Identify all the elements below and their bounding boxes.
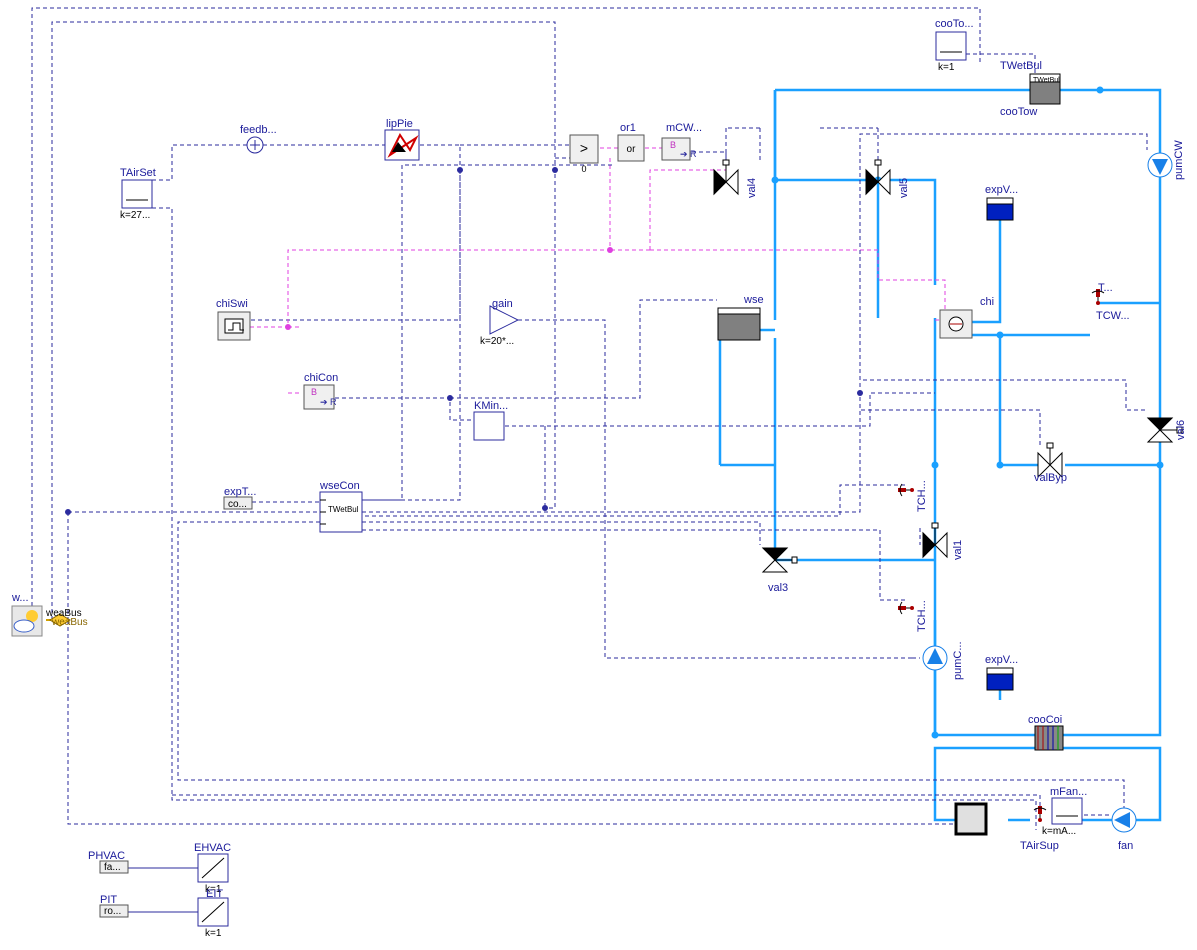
val4-icon: [714, 160, 738, 194]
room-block: [956, 804, 986, 834]
chi-label: chi: [980, 296, 994, 308]
EHVAC-block: [198, 854, 228, 882]
expV2-block: [987, 668, 1013, 690]
expV1-label: expV...: [985, 184, 1018, 196]
T-label: T...: [1098, 282, 1113, 294]
TCH2-label: TCH...: [916, 600, 928, 632]
or1-label: or1: [620, 122, 636, 134]
chiCon-block: B ➔ R: [304, 385, 337, 409]
expV1-block: [987, 198, 1013, 220]
val5-label: val5: [898, 178, 910, 198]
KMin-label: KMin...: [474, 400, 508, 412]
TWetBul-label: TWetBul: [1000, 60, 1042, 72]
mFan-k-label: k=mA...: [1042, 826, 1076, 837]
ro-label: ro...: [104, 906, 121, 917]
fa-label: fa...: [104, 862, 121, 873]
cooCoi-block: [1035, 726, 1063, 750]
wseCon-block: TWetBul: [320, 492, 362, 532]
cooTo-label: cooTo...: [935, 18, 974, 30]
expT-label: expT...: [224, 486, 256, 498]
weaBus2-label: weaBus: [52, 617, 88, 628]
feedback-icon: [247, 137, 263, 153]
co-label: co...: [228, 499, 247, 510]
cooTo-k-label: k=1: [938, 62, 954, 73]
weather-icon: [12, 606, 42, 636]
EHVAC-label: EHVAC: [194, 842, 231, 854]
diagram-canvas: .sig { stroke:#2b2b9e; stroke-width:1; s…: [0, 0, 1197, 950]
fan-label: fan: [1118, 840, 1133, 852]
pumC-label: pumC...: [952, 641, 964, 680]
svg-text:TWetBul: TWetBul: [1033, 77, 1060, 84]
EIT-label: EIT: [206, 888, 223, 900]
connections-layer: .sig { stroke:#2b2b9e; stroke-width:1; s…: [0, 0, 1197, 950]
TAirSup-label: TAirSup: [1020, 840, 1059, 852]
cooCoi-label: cooCoi: [1028, 714, 1062, 726]
TCH2-sensor: [898, 602, 914, 614]
mCW-label: mCW...: [666, 122, 702, 134]
val3-icon: [763, 548, 797, 572]
TCH1-label: TCH...: [916, 480, 928, 512]
chi-block: [940, 310, 972, 338]
mFan-block: [1052, 798, 1082, 824]
svg-text:➔ R: ➔ R: [680, 149, 697, 159]
TAirSup-sensor: [1034, 806, 1046, 822]
fan-icon: [1112, 808, 1136, 832]
pumC-icon: [923, 646, 947, 670]
chiSwi-label: chiSwi: [216, 298, 248, 310]
lipPie-label: lipPie: [386, 118, 413, 130]
expV2-label: expV...: [985, 654, 1018, 666]
wseCon-label: wseCon: [320, 480, 360, 492]
cooTow-block: TWetBul: [1030, 74, 1060, 104]
cooTow-label: cooTow: [1000, 106, 1037, 118]
pumCW-label: pumCW: [1173, 140, 1185, 180]
svg-text:B: B: [311, 387, 317, 397]
or-block: or: [618, 135, 644, 161]
mFan-label: mFan...: [1050, 786, 1087, 798]
gain-k-label: k=20*...: [480, 336, 514, 347]
svg-text:>: >: [580, 140, 588, 156]
svg-text:➔ R: ➔ R: [320, 397, 337, 407]
mCW-block: B ➔ R: [662, 138, 697, 160]
lipPie-block: [385, 130, 419, 160]
PHVAC-label: PHVAC: [88, 850, 125, 862]
chiCon-label: chiCon: [304, 372, 338, 384]
TAirSet-label: TAirSet: [120, 167, 156, 179]
gt-block: > 0: [570, 135, 598, 174]
valByp-label: valByp: [1034, 472, 1067, 484]
TCW-label: TCW...: [1096, 310, 1130, 322]
gain-label: gain: [492, 298, 513, 310]
PIT-label: PIT: [100, 894, 117, 906]
wse-block: [718, 308, 760, 340]
w-label: w...: [12, 592, 29, 604]
val1-label: val1: [952, 540, 964, 560]
gain-icon: [490, 306, 518, 334]
feedb-label: feedb...: [240, 124, 277, 136]
KMin-block: [474, 412, 504, 440]
chiSwi-block: [218, 312, 250, 340]
TAirSet-k-label: k=27...: [120, 210, 150, 221]
TCH1-sensor: [898, 484, 914, 496]
svg-text:TWetBul: TWetBul: [328, 505, 359, 514]
TAirSet-block: [122, 180, 152, 208]
svg-text:or: or: [627, 144, 637, 155]
svg-text:B: B: [670, 140, 676, 150]
val4-label: val4: [746, 178, 758, 198]
val6-label: val6: [1175, 420, 1187, 440]
wse-label: wse: [744, 294, 764, 306]
val3-label: val3: [768, 582, 788, 594]
cooTo-block: [936, 32, 966, 60]
EIT-k-label: k=1: [205, 928, 221, 939]
EIT-block: [198, 898, 228, 926]
pumCW-icon: [1148, 153, 1172, 177]
svg-text:0: 0: [581, 164, 586, 174]
